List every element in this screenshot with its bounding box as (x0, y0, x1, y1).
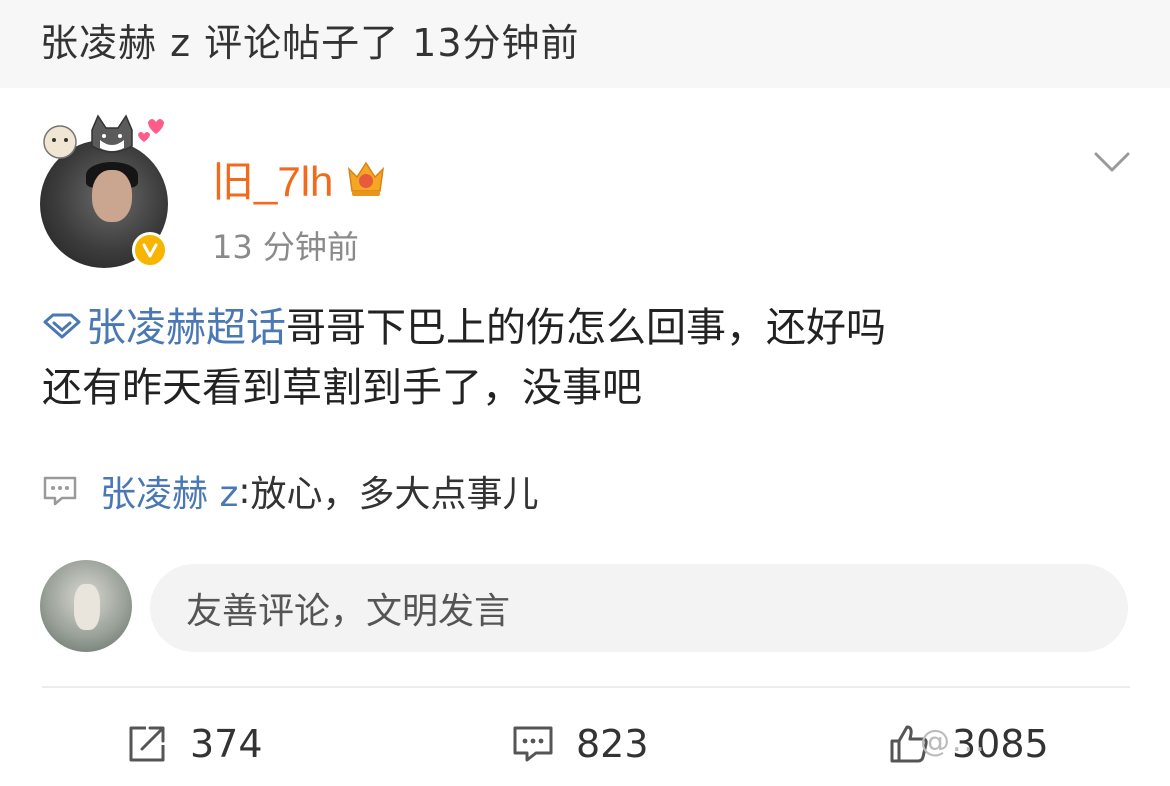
post-card: 旧_7lh 13 分钟前 张凌赫超话哥哥下巴上的伤怎么回事，还好吗 还有昨天看到… (0, 88, 1170, 786)
comment-input[interactable]: 友善评论，文明发言 (150, 564, 1128, 652)
topic-name: 张凌赫超话 (86, 305, 286, 351)
watermark: @... (920, 724, 987, 759)
notification-text: 张凌赫 z 评论帖子了 13分钟前 (40, 21, 580, 65)
comment-icon (513, 726, 553, 762)
repost-button[interactable]: 374 (126, 716, 263, 772)
reply-separator: : (238, 470, 251, 512)
reply-text: 放心，多大点事儿 (250, 474, 539, 515)
reply-preview[interactable]: 张凌赫 z: 放心，多大点事儿 (42, 466, 539, 516)
verified-badge-icon (132, 232, 168, 268)
chevron-down-icon[interactable] (1092, 150, 1132, 176)
avatar[interactable] (40, 114, 168, 268)
post-body-line-1: 哥哥下巴上的伤怎么回事，还好吗 (286, 305, 886, 351)
post-body-line-2: 还有昨天看到草割到手了，没事吧 (42, 365, 642, 411)
topic-link[interactable]: 张凌赫超话 (42, 305, 286, 351)
composer-avatar (40, 560, 132, 652)
post-time: 13 分钟前 (212, 228, 359, 266)
repost-count: 374 (190, 722, 263, 766)
comment-input-placeholder: 友善评论，文明发言 (186, 591, 511, 632)
comment-button[interactable]: 823 (512, 716, 649, 772)
username-row: 旧_7lh (212, 152, 389, 205)
post-text-line-1: 张凌赫超话哥哥下巴上的伤怎么回事，还好吗 (42, 298, 1132, 358)
comment-icon (43, 476, 77, 506)
comment-count: 823 (576, 722, 649, 766)
action-bar: 374 823 3085 (0, 708, 1170, 778)
diamond-icon (43, 313, 81, 339)
notification-bar: 张凌赫 z 评论帖子了 13分钟前 (0, 0, 1170, 88)
username[interactable]: 旧_7lh (212, 148, 333, 209)
divider (42, 686, 1130, 688)
crown-icon (348, 161, 385, 196)
repost-icon (129, 726, 165, 762)
reply-author[interactable]: 张凌赫 z (100, 465, 238, 517)
avatar-sticker-icon (43, 114, 164, 159)
post-text: 张凌赫超话哥哥下巴上的伤怎么回事，还好吗 还有昨天看到草割到手了，没事吧 (42, 298, 1132, 418)
